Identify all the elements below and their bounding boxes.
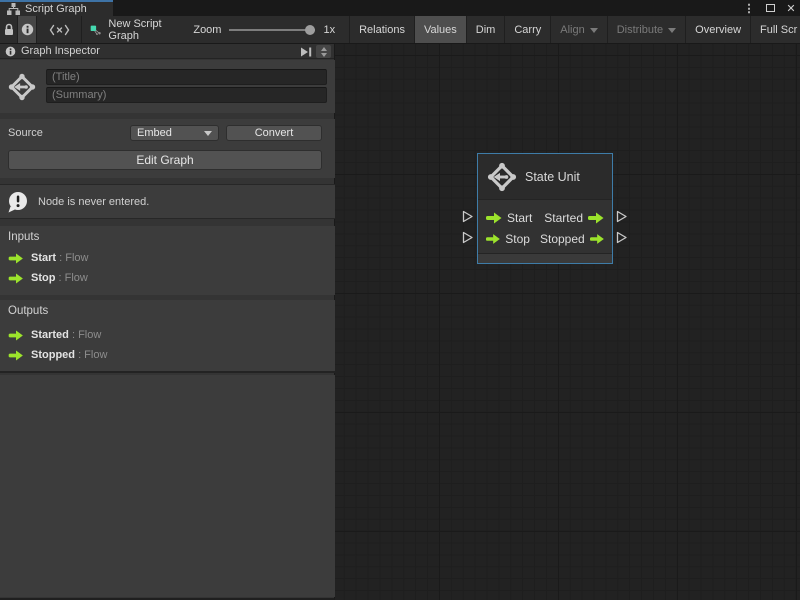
graph-canvas[interactable]: State Unit Start Started Stop St	[335, 44, 800, 600]
warning-box: Node is never entered.	[0, 184, 335, 219]
variables-toggle-button[interactable]	[37, 16, 81, 43]
node-output-label[interactable]: Stopped	[540, 232, 585, 246]
dropdown-arrow-icon	[590, 28, 598, 33]
node-port-row: Start Started	[486, 207, 604, 228]
zoom-slider-handle[interactable]	[305, 25, 315, 35]
state-unit-node-body: Start Started Stop Stopped	[478, 200, 612, 253]
flow-in-arrow-icon[interactable]	[486, 233, 500, 245]
collapse-sidebar-icon[interactable]	[300, 47, 312, 57]
warning-bubble-icon	[6, 190, 30, 214]
window-controls: ⋮ ✕	[742, 0, 798, 16]
outputs-title: Outputs	[8, 305, 48, 317]
graph-name-label: New Script Graph	[108, 18, 167, 42]
relations-button[interactable]: Relations	[349, 16, 414, 43]
node-input-label[interactable]: Stop	[505, 232, 530, 246]
info-icon	[21, 23, 34, 36]
source-section: Source Embed Convert Edit Graph	[0, 119, 335, 178]
zoom-control: Zoom 1x	[177, 16, 343, 43]
flow-arrow-icon	[8, 330, 24, 341]
carry-button[interactable]: Carry	[504, 16, 550, 43]
inputs-section: Inputs Start : Flow Stop : Flow	[0, 226, 335, 295]
inspector-toggle-button[interactable]	[18, 16, 36, 43]
state-unit-node-header[interactable]: State Unit	[478, 154, 612, 200]
graph-title-input[interactable]	[46, 69, 327, 85]
flow-out-arrow-icon[interactable]	[588, 212, 604, 224]
output-port-row: Started : Flow	[8, 327, 101, 343]
lock-button[interactable]	[0, 16, 17, 43]
dim-button[interactable]: Dim	[466, 16, 505, 43]
state-unit-node[interactable]: State Unit Start Started Stop St	[477, 153, 613, 264]
code-x-icon	[49, 24, 70, 36]
input-port-row: Stop : Flow	[8, 270, 88, 286]
tab-bar: Script Graph ⋮ ✕	[0, 0, 800, 16]
flow-arrow-icon	[8, 350, 24, 361]
node-port-row: Stop Stopped	[486, 228, 604, 249]
flow-arrow-icon	[8, 253, 24, 264]
stopped-outer-port-icon[interactable]	[616, 231, 628, 244]
state-graph-icon	[7, 72, 37, 102]
state-unit-node-footer	[478, 253, 612, 263]
started-outer-port-icon[interactable]	[616, 210, 628, 223]
tab-title: Script Graph	[25, 3, 87, 15]
scroll-updown-button[interactable]	[316, 45, 331, 58]
state-unit-icon	[486, 161, 518, 193]
arrow-up-icon	[321, 47, 327, 51]
node-output-label[interactable]: Started	[544, 211, 583, 225]
dropdown-arrow-icon	[668, 28, 676, 33]
source-label: Source	[8, 127, 130, 139]
flow-arrow-icon	[8, 273, 24, 284]
overview-button[interactable]: Overview	[685, 16, 750, 43]
node-title: State Unit	[525, 170, 580, 184]
stop-outer-port-icon[interactable]	[462, 231, 474, 244]
input-port-row: Start : Flow	[8, 250, 88, 266]
toolbar: New Script Graph Zoom 1x Relations Value…	[0, 16, 800, 44]
inputs-title: Inputs	[8, 231, 39, 243]
start-outer-port-icon[interactable]	[462, 210, 474, 223]
arrow-down-icon	[321, 53, 327, 57]
outputs-section: Outputs Started : Flow Stopped : Flow	[0, 300, 335, 373]
node-input-label[interactable]: Start	[507, 211, 532, 225]
zoom-slider[interactable]	[229, 24, 315, 36]
current-graph-name[interactable]: New Script Graph	[82, 16, 178, 43]
inspector-header: Graph Inspector	[0, 44, 334, 59]
values-button[interactable]: Values	[414, 16, 466, 43]
tab-script-graph[interactable]: Script Graph	[0, 0, 113, 16]
zoom-label: Zoom	[193, 24, 221, 36]
distribute-button[interactable]: Distribute	[607, 16, 685, 43]
edit-graph-button[interactable]: Edit Graph	[8, 150, 322, 170]
warning-text: Node is never entered.	[38, 196, 149, 208]
window-maximize-icon[interactable]	[763, 1, 777, 15]
flow-out-arrow-icon[interactable]	[590, 233, 604, 245]
zoom-value: 1x	[323, 24, 343, 36]
convert-button[interactable]: Convert	[226, 125, 322, 141]
window-menu-icon[interactable]: ⋮	[742, 1, 756, 15]
graph-summary-input[interactable]	[46, 87, 327, 103]
lock-icon	[3, 23, 15, 36]
inspector-empty-area	[0, 375, 335, 597]
source-dropdown[interactable]: Embed	[130, 125, 219, 141]
align-button[interactable]: Align	[550, 16, 606, 43]
source-value: Embed	[137, 127, 172, 139]
script-graph-tab-icon	[7, 3, 20, 15]
graph-title-section	[0, 60, 335, 113]
flow-in-arrow-icon[interactable]	[486, 212, 502, 224]
output-port-row: Stopped : Flow	[8, 347, 107, 363]
toolbar-right-group: Relations Values Dim Carry Align Distrib…	[349, 16, 800, 43]
dropdown-arrow-icon	[204, 131, 212, 136]
script-graph-asset-icon	[90, 22, 102, 38]
inspector-title: Graph Inspector	[21, 45, 100, 57]
graph-inspector-panel: Graph Inspector Sour	[0, 44, 335, 600]
info-icon	[5, 46, 16, 57]
window-close-icon[interactable]: ✕	[784, 1, 798, 15]
full-screen-button[interactable]: Full Scr	[750, 16, 800, 43]
